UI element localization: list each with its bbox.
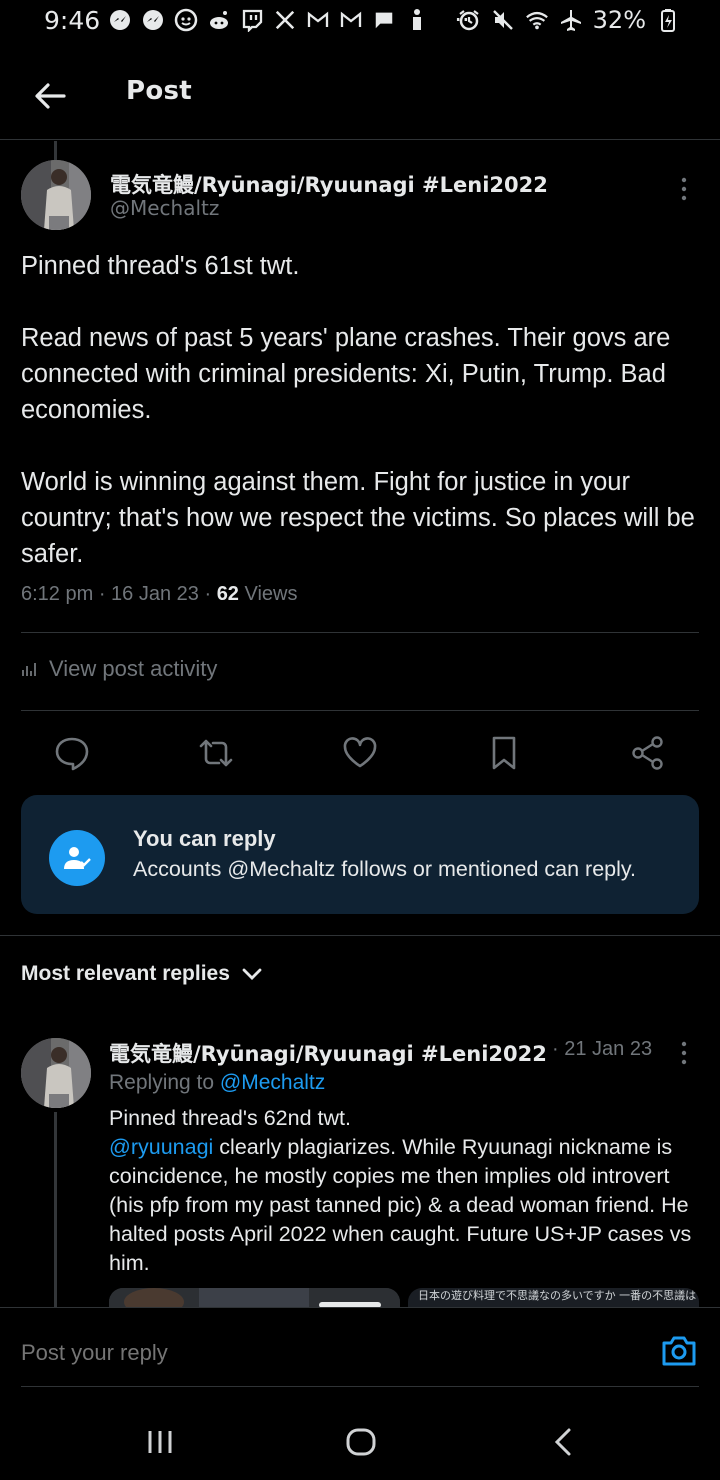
- system-icons: 32%: [457, 6, 680, 34]
- camera-icon: [662, 1336, 696, 1366]
- user-check-icon: [49, 830, 105, 886]
- replying-to: Replying to @Mechaltz: [109, 1071, 325, 1095]
- airplane-mode-icon: [559, 8, 583, 32]
- back-nav-button[interactable]: [543, 1422, 583, 1462]
- recent-apps-button[interactable]: [140, 1422, 180, 1462]
- chevron-down-icon: [242, 968, 262, 980]
- repost-button[interactable]: [196, 733, 236, 773]
- battery-charging-icon: [656, 8, 680, 32]
- mention-link[interactable]: @ryuunagi: [109, 1135, 213, 1159]
- avatar[interactable]: [21, 1038, 91, 1108]
- reddit-icon: [207, 8, 231, 32]
- system-navigation-bar: [0, 1400, 720, 1480]
- share-icon: [632, 736, 663, 770]
- post-text: Pinned thread's 61st twt. Read news of p…: [21, 248, 701, 572]
- reply-composer: [0, 1307, 720, 1387]
- wifi-icon: [525, 8, 549, 32]
- more-vertical-icon: [681, 1041, 687, 1065]
- reply-media-image[interactable]: 日本の遊び料理で不思議なの多いですか 一番の不思議は「米粉麺（こめこ）」と: [408, 1288, 699, 1308]
- analytics-icon: [22, 663, 36, 676]
- reply-notice-title: You can reply: [133, 826, 276, 851]
- reply-button[interactable]: [52, 733, 92, 773]
- divider: [0, 935, 720, 936]
- gmail-icon: [339, 8, 363, 32]
- home-icon: [346, 1428, 376, 1456]
- x-icon: [273, 8, 297, 32]
- chevron-left-icon: [554, 1428, 571, 1456]
- reply-input[interactable]: [21, 1340, 581, 1366]
- post-date[interactable]: 16 Jan 23: [111, 583, 199, 605]
- messenger-icon: [141, 8, 165, 32]
- mute-icon: [491, 8, 515, 32]
- divider: [21, 632, 699, 633]
- replies-sort-dropdown[interactable]: Most relevant replies: [21, 962, 262, 986]
- replying-to-label: Replying to: [109, 1071, 220, 1094]
- reply-body: @ryuunagi clearly plagiarizes. While Ryu…: [109, 1133, 709, 1278]
- reply-icon: [55, 737, 89, 771]
- status-bar: 9:46 ·· 32%: [0, 0, 720, 46]
- avatar[interactable]: [21, 160, 91, 230]
- person-icon: [405, 8, 429, 32]
- alarm-icon: [457, 8, 481, 32]
- messenger-icon: [108, 8, 132, 32]
- reply-line: Pinned thread's 62nd twt.: [109, 1106, 351, 1130]
- view-post-activity-label: View post activity: [49, 656, 218, 681]
- like-button[interactable]: [340, 733, 380, 773]
- back-button[interactable]: [30, 76, 70, 116]
- recents-icon: [148, 1431, 172, 1453]
- post-metadata: 6:12 pm · 16 Jan 23 · 62 Views: [21, 583, 297, 606]
- reply-date[interactable]: · 21 Jan 23: [552, 1038, 652, 1061]
- post-paragraph: Read news of past 5 years' plane crashes…: [21, 324, 671, 424]
- reply-text: Pinned thread's 62nd twt. @ryuunagi clea…: [109, 1104, 709, 1278]
- more-vertical-icon: [681, 177, 687, 201]
- media-caption-text: 日本の遊び料理で不思議なの多いですか 一番の不思議は「米粉麺（こめこ）」と: [418, 1289, 699, 1302]
- repost-icon: [199, 739, 233, 767]
- separator: ·: [198, 583, 217, 605]
- post-paragraph: World is winning against them. Fight for…: [21, 468, 695, 568]
- view-post-activity-link[interactable]: View post activity: [21, 656, 217, 682]
- author-handle[interactable]: @Mechaltz: [110, 196, 219, 220]
- more-options-button[interactable]: [679, 1040, 689, 1068]
- notification-icons: ··: [108, 6, 474, 34]
- bookmark-button[interactable]: [484, 733, 524, 773]
- post-time[interactable]: 6:12 pm: [21, 583, 93, 605]
- camera-button[interactable]: [660, 1332, 698, 1370]
- discord-icon: [174, 8, 198, 32]
- replies-sort-label: Most relevant replies: [21, 962, 230, 985]
- arrow-left-icon: [35, 83, 66, 109]
- divider: [21, 1386, 699, 1387]
- separator: ·: [93, 583, 112, 605]
- views-label: Views: [238, 583, 298, 605]
- post-paragraph: Pinned thread's 61st twt.: [21, 252, 300, 280]
- heart-icon: [343, 737, 377, 768]
- author-name[interactable]: 電気竜鰻/Ryūnagi/Ryuunagi #Leni2022: [110, 169, 548, 199]
- reply-author-name[interactable]: 電気竜鰻/Ryūnagi/Ryuunagi #Leni2022: [109, 1038, 547, 1068]
- more-options-button[interactable]: [679, 176, 689, 204]
- divider: [21, 710, 699, 711]
- chat-icon: [372, 8, 396, 32]
- twitch-icon: [240, 8, 264, 32]
- reply-notice-text: Accounts @Mechaltz follows or mentioned …: [133, 857, 637, 881]
- views-count: 62: [216, 583, 239, 605]
- thread-line: [54, 141, 57, 161]
- reply-media-image[interactable]: [109, 1288, 400, 1308]
- page-title: Post: [126, 76, 193, 106]
- reply-restriction-notice: You can reply Accounts @Mechaltz follows…: [21, 795, 699, 914]
- top-app-bar: Post: [0, 56, 720, 140]
- status-time: 9:46: [44, 6, 101, 35]
- bookmark-icon: [492, 736, 516, 770]
- replying-to-handle[interactable]: @Mechaltz: [220, 1071, 325, 1094]
- battery-percent: 32%: [592, 6, 646, 34]
- home-button[interactable]: [341, 1422, 381, 1462]
- share-button[interactable]: [628, 733, 668, 773]
- thread-line: [54, 1112, 57, 1308]
- gmail-icon: [306, 8, 330, 32]
